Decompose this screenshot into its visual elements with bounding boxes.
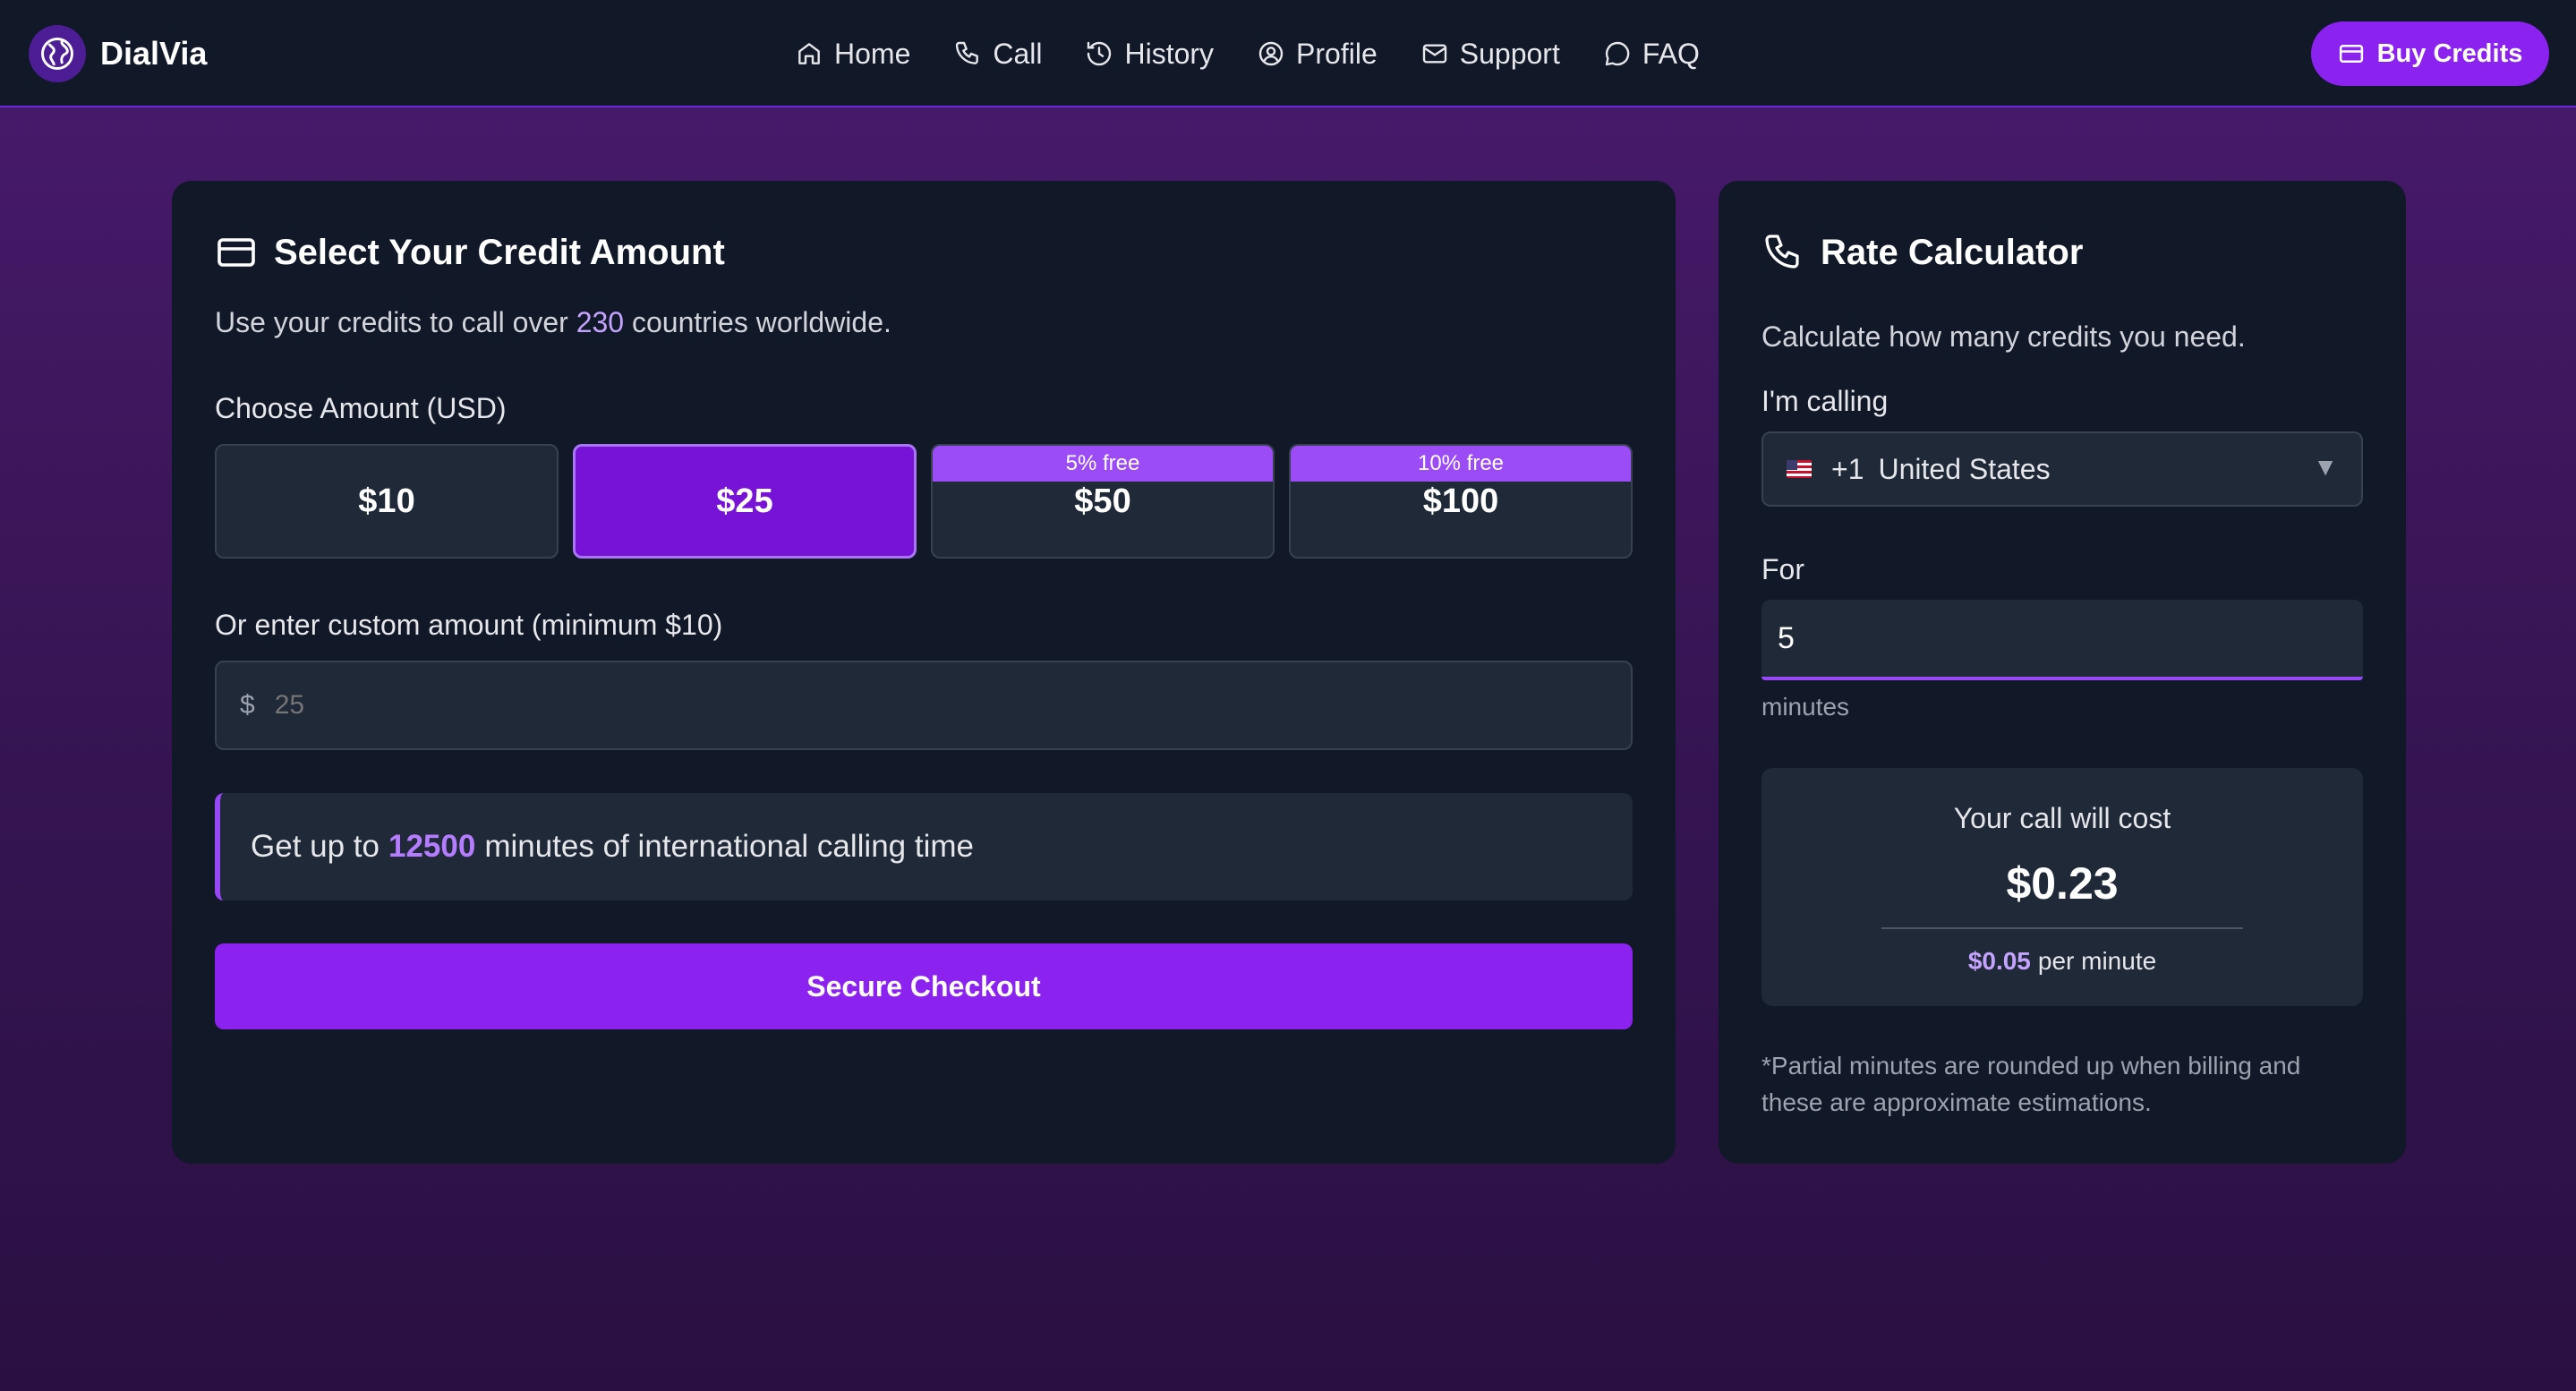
info-minutes: 12500 — [388, 829, 476, 864]
nav-item-support[interactable]: Support — [1420, 38, 1560, 71]
amount-option-100[interactable]: 10% free $100 — [1289, 444, 1633, 559]
rate-line: $0.05 per minute — [1761, 947, 2363, 976]
amount-value: $10 — [358, 482, 415, 520]
lead-suffix: countries worldwide. — [631, 306, 891, 338]
amount-value: $50 — [1074, 482, 1131, 520]
nav-item-profile[interactable]: Profile — [1257, 38, 1378, 71]
cost-divider — [1881, 927, 2243, 929]
nav-item-history[interactable]: History — [1085, 38, 1214, 71]
custom-amount-label: Or enter custom amount (minimum $10) — [215, 609, 723, 641]
cost-label: Your call will cost — [1953, 802, 2171, 834]
amount-option-10[interactable]: $10 — [215, 444, 559, 559]
buy-credits-button[interactable]: Buy Credits — [2311, 21, 2549, 86]
custom-amount-field: $ — [215, 661, 1633, 750]
credit-card-icon — [218, 238, 255, 267]
nav-item-home[interactable]: Home — [795, 38, 910, 71]
currency-symbol: $ — [240, 690, 255, 720]
credit-title-text: Select Your Credit Amount — [274, 232, 725, 272]
credit-lead-text: Use your credits to call over 230 countr… — [215, 306, 891, 339]
top-navbar: DialVia Home Call History Profile Suppor… — [0, 0, 2576, 107]
chat-bubble-icon — [1605, 41, 1630, 66]
chevron-down-icon: ▼ — [2313, 453, 2338, 481]
phone-icon — [956, 41, 979, 64]
brand[interactable]: DialVia — [29, 25, 207, 82]
nav-label-profile: Profile — [1296, 37, 1378, 70]
calling-label: I'm calling — [1761, 385, 1889, 417]
us-flag-icon — [1787, 460, 1812, 478]
mail-icon — [1422, 44, 1446, 64]
brand-name: DialVia — [100, 35, 208, 72]
nav-label-home: Home — [834, 37, 911, 70]
info-prefix: Get up to — [251, 829, 380, 864]
globe-logo-icon — [29, 25, 86, 82]
nav-label-call: Call — [993, 37, 1043, 70]
choose-amount-label: Choose Amount (USD) — [215, 392, 507, 424]
rate-calculator-card: Rate Calculator Calculate how many credi… — [1719, 181, 2406, 1164]
calculator-title-text: Rate Calculator — [1821, 232, 2084, 272]
for-label: For — [1761, 553, 1804, 585]
amount-options: $10 $25 5% free $50 10% free $100 — [215, 444, 1633, 559]
nav-label-faq: FAQ — [1642, 37, 1700, 70]
rate-suffix: per minute — [2037, 947, 2157, 975]
country-select[interactable]: +1 United States ▼ — [1761, 431, 2363, 507]
rate-value: $0.05 — [1967, 947, 2031, 975]
credit-card-icon — [2339, 45, 2363, 63]
nav-links: Home Call History Profile Support FAQ — [795, 32, 1700, 75]
calculator-title: Rate Calculator — [1761, 231, 2083, 274]
nav-item-faq[interactable]: FAQ — [1603, 38, 1700, 71]
custom-amount-input[interactable] — [274, 690, 1528, 721]
credit-amount-card: Select Your Credit Amount Use your credi… — [172, 181, 1676, 1164]
buy-credits-label: Buy Credits — [2376, 38, 2523, 68]
phone-icon — [1765, 235, 1799, 269]
minutes-helper-text: minutes — [1761, 693, 1850, 721]
cost-summary: Your call will cost $0.23 $0.05 per minut… — [1761, 768, 2363, 1006]
info-suffix: minutes of international calling time — [484, 829, 974, 864]
minutes-input[interactable] — [1778, 620, 2315, 656]
amount-option-25[interactable]: $25 — [573, 444, 917, 559]
cost-value: $0.23 — [2006, 858, 2119, 909]
amount-value: $25 — [716, 482, 773, 520]
country-name: United States — [1878, 452, 2051, 485]
history-icon — [1088, 41, 1112, 66]
user-circle-icon — [1258, 41, 1284, 66]
country-count: 230 — [576, 306, 625, 338]
minutes-info-box: Get up to 12500 minutes of international… — [215, 793, 1633, 900]
secure-checkout-button[interactable]: Secure Checkout — [215, 943, 1633, 1029]
bonus-badge: 5% free — [933, 446, 1273, 482]
bonus-badge: 10% free — [1291, 446, 1631, 482]
lead-prefix: Use your credits to call over — [215, 306, 568, 338]
amount-value: $100 — [1422, 482, 1499, 520]
minutes-field — [1761, 600, 2363, 680]
home-icon — [798, 43, 820, 64]
nav-label-history: History — [1124, 37, 1215, 70]
amount-option-50[interactable]: 5% free $50 — [931, 444, 1275, 559]
credit-card-title: Select Your Credit Amount — [215, 231, 725, 274]
calculator-lead-text: Calculate how many credits you need. — [1761, 320, 2246, 353]
nav-item-call[interactable]: Call — [953, 38, 1042, 71]
nav-label-support: Support — [1459, 37, 1560, 70]
country-code: +1 — [1831, 452, 1864, 485]
billing-footnote: *Partial minutes are rounded up when bil… — [1761, 1052, 2301, 1116]
